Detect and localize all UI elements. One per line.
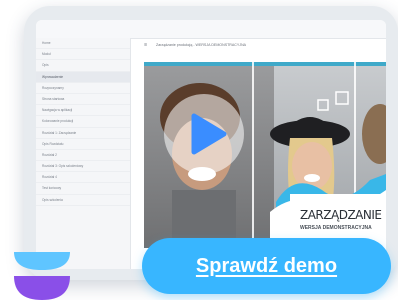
sidebar-item[interactable]: Moduł bbox=[36, 49, 130, 61]
app-screen: Home Moduł Opis Wprowadzenie Rozpoczynam… bbox=[36, 20, 386, 269]
slide-title: ZARZĄDZANIE bbox=[300, 208, 382, 222]
sidebar-item[interactable]: Rozdział 1: Zarządzanie bbox=[36, 128, 130, 139]
breadcrumb-text: Zarządzanie produkcją - WERSJA DEMONSTRA… bbox=[156, 43, 247, 47]
sidebar-item[interactable]: Home bbox=[36, 38, 130, 50]
sidebar-item[interactable]: Rozpoczynamy bbox=[36, 83, 130, 94]
slide-subtitle: WERSJA DEMONSTRACYJNA bbox=[300, 225, 372, 231]
sidebar-item[interactable]: Rozdział 2 bbox=[36, 150, 130, 162]
sidebar-item[interactable]: Rozdział 3: Opis szkoleniowy bbox=[36, 161, 130, 173]
decorative-shapes-icon bbox=[14, 252, 70, 300]
sidebar-item[interactable]: Test końcowy bbox=[36, 183, 130, 195]
sidebar-item[interactable]: Kolorowanie produkcji bbox=[36, 116, 130, 128]
course-sidebar: Home Moduł Opis Wprowadzenie Rozpoczynam… bbox=[36, 38, 131, 269]
sidebar-item[interactable]: Rozdział 4 bbox=[36, 172, 130, 184]
sidebar-item[interactable]: Strona startowa bbox=[36, 94, 130, 106]
sidebar-item[interactable]: Nawigacja w aplikacji bbox=[36, 105, 130, 117]
slide-title-card: ZARZĄDZANIE WERSJA DEMONSTRACYJNA bbox=[290, 194, 386, 242]
app-header bbox=[36, 20, 386, 39]
play-icon[interactable] bbox=[162, 92, 246, 176]
try-demo-button[interactable]: Sprawdź demo bbox=[142, 238, 391, 294]
sidebar-item[interactable]: Opis szkolenia bbox=[36, 195, 130, 206]
sidebar-item-active[interactable]: Wprowadzenie bbox=[36, 71, 130, 83]
menu-icon[interactable]: ☰ bbox=[144, 38, 150, 52]
sidebar-item[interactable]: Opis Rozdziału bbox=[36, 139, 130, 150]
sidebar-item[interactable]: Opis bbox=[36, 60, 130, 72]
breadcrumb: ☰ Zarządzanie produkcją - WERSJA DEMONSTR… bbox=[130, 38, 386, 52]
